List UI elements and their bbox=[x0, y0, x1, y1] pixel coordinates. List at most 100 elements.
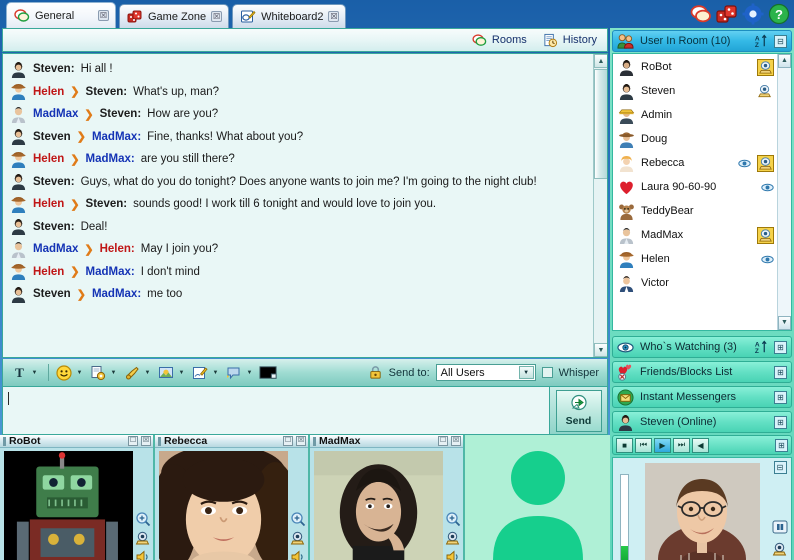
video-panel-titlebar[interactable]: Rebecca ☐ ☒ bbox=[155, 435, 308, 448]
zoom-in-icon[interactable] bbox=[445, 511, 461, 527]
scroll-up-button[interactable]: ▲ bbox=[778, 54, 791, 68]
snapshot-icon[interactable] bbox=[135, 530, 151, 546]
collapse-icon[interactable]: ⊟ bbox=[774, 34, 787, 48]
emoticon-icon[interactable] bbox=[54, 363, 74, 383]
snapshot-icon[interactable] bbox=[772, 541, 788, 557]
toolbar-item-whiteboard[interactable]: ▼ bbox=[190, 363, 220, 383]
toolbar-item-text-format[interactable]: T ▼ bbox=[9, 363, 39, 383]
tab-general[interactable]: General ☒ bbox=[6, 2, 116, 28]
expand-icon[interactable]: ⊞ bbox=[775, 438, 788, 452]
user-list-item[interactable]: Doug bbox=[613, 127, 777, 151]
next-button[interactable]: ⏭ bbox=[673, 437, 690, 453]
drag-handle[interactable] bbox=[313, 436, 316, 446]
section-header-whos-watching[interactable]: Who`s Watching (3) A Z ⊞ bbox=[612, 336, 792, 358]
section-header-friends-blocks[interactable]: Friends/Blocks List ⊞ bbox=[612, 361, 792, 383]
chevron-down-icon[interactable]: ▼ bbox=[75, 370, 84, 376]
tab-game-zone[interactable]: Game Zone ☒ bbox=[119, 4, 230, 28]
drag-handle[interactable] bbox=[158, 436, 161, 446]
tab-close-icon[interactable]: ☒ bbox=[98, 10, 109, 21]
minimize-icon[interactable]: ☐ bbox=[283, 436, 293, 446]
video-panel-titlebar[interactable]: RoBot ☐ ☒ bbox=[0, 435, 153, 448]
help-question-icon[interactable]: ? bbox=[768, 3, 790, 25]
chevron-down-icon[interactable]: ▼ bbox=[30, 370, 39, 376]
rooms-button[interactable]: Rooms bbox=[472, 33, 527, 48]
history-button[interactable]: History bbox=[543, 33, 597, 48]
recipient-select[interactable]: All Users ▼ bbox=[435, 364, 536, 381]
drag-handle[interactable] bbox=[3, 436, 6, 446]
zoom-in-icon[interactable] bbox=[135, 511, 151, 527]
minimize-icon[interactable]: ☐ bbox=[438, 436, 448, 446]
sort-az-icon[interactable]: AZ bbox=[753, 340, 768, 355]
chevron-down-icon[interactable]: ▼ bbox=[177, 370, 186, 376]
expand-icon[interactable]: ⊞ bbox=[774, 365, 787, 379]
text-format-icon[interactable]: T bbox=[9, 363, 29, 383]
minimize-icon[interactable]: ☐ bbox=[128, 436, 138, 446]
chat-bubbles-icon[interactable] bbox=[690, 3, 712, 25]
chevron-down-icon[interactable]: ▼ bbox=[109, 370, 118, 376]
snapshot-icon[interactable] bbox=[290, 530, 306, 546]
volume-icon[interactable] bbox=[445, 549, 461, 560]
tab-close-icon[interactable]: ☒ bbox=[211, 11, 223, 22]
zoom-in-icon[interactable] bbox=[290, 511, 306, 527]
snapshot-icon[interactable] bbox=[445, 530, 461, 546]
chat-scrollbar[interactable]: ▲ ▼ bbox=[593, 54, 607, 357]
tab-whiteboard2[interactable]: Whiteboard2 ☒ bbox=[232, 4, 347, 28]
settings-gear-icon[interactable] bbox=[742, 3, 764, 25]
expand-icon[interactable]: ⊞ bbox=[774, 390, 787, 404]
toolbar-item-quick-message[interactable]: ▼ bbox=[224, 363, 254, 383]
whiteboard-icon[interactable] bbox=[190, 363, 210, 383]
sound-alert-icon[interactable] bbox=[122, 363, 142, 383]
user-list-item[interactable]: Rebecca bbox=[613, 151, 777, 175]
toolbar-item-background-color[interactable] bbox=[258, 363, 278, 383]
chevron-down-icon[interactable]: ▼ bbox=[143, 370, 152, 376]
whisper-checkbox[interactable] bbox=[541, 367, 553, 378]
chevron-down-icon[interactable]: ▼ bbox=[518, 366, 534, 379]
close-icon[interactable]: ☒ bbox=[451, 436, 461, 446]
close-icon[interactable]: ☒ bbox=[141, 436, 151, 446]
previous-button[interactable]: ⏮ bbox=[635, 437, 652, 453]
image-send-icon[interactable] bbox=[156, 363, 176, 383]
user-in-room-header[interactable]: User In Room (10) A Z ⊟ bbox=[612, 30, 792, 52]
minimize-icon[interactable]: ⊟ bbox=[773, 461, 787, 474]
user-list-item[interactable]: Steven bbox=[613, 79, 777, 103]
watching-eye-icon[interactable] bbox=[761, 181, 774, 194]
quick-message-icon[interactable] bbox=[224, 363, 244, 383]
user-list-item[interactable]: RoBot bbox=[613, 55, 777, 79]
expand-icon[interactable]: ⊞ bbox=[774, 340, 787, 354]
volume-icon[interactable] bbox=[290, 549, 306, 560]
close-icon[interactable]: ☒ bbox=[296, 436, 306, 446]
webcam-icon[interactable] bbox=[757, 154, 774, 172]
video-panel-titlebar[interactable]: MadMax ☐ ☒ bbox=[310, 435, 463, 448]
webcam-icon[interactable] bbox=[757, 83, 774, 100]
scroll-down-button[interactable]: ▼ bbox=[778, 316, 791, 330]
scroll-down-button[interactable]: ▼ bbox=[594, 343, 607, 357]
sort-az-icon[interactable]: A Z bbox=[753, 34, 768, 49]
toolbar-item-sound[interactable]: ▼ bbox=[122, 363, 152, 383]
user-list-item[interactable]: MadMax bbox=[613, 223, 777, 247]
toolbar-item-emoticon[interactable]: ▼ bbox=[54, 363, 84, 383]
section-header-instant-messengers[interactable]: Instant Messengers ⊞ bbox=[612, 386, 792, 408]
tab-close-icon[interactable]: ☒ bbox=[328, 11, 340, 22]
user-list-item[interactable]: Admin bbox=[613, 103, 777, 127]
toolbar-item-image[interactable]: ▼ bbox=[156, 363, 186, 383]
toolbar-item-file-transfer[interactable]: ▼ bbox=[88, 363, 118, 383]
webcam-icon[interactable] bbox=[757, 58, 774, 76]
file-transfer-icon[interactable] bbox=[88, 363, 108, 383]
watching-eye-icon[interactable] bbox=[761, 253, 774, 266]
watching-eye-icon[interactable] bbox=[738, 157, 751, 170]
user-list-item[interactable]: Helen bbox=[613, 247, 777, 271]
scroll-up-button[interactable]: ▲ bbox=[594, 54, 607, 68]
send-button[interactable]: Send bbox=[555, 389, 602, 432]
webcam-icon[interactable] bbox=[757, 226, 774, 244]
volume-icon[interactable] bbox=[135, 549, 151, 560]
expand-icon[interactable]: ⊞ bbox=[774, 415, 787, 429]
mute-button[interactable]: ◀ bbox=[692, 437, 709, 453]
chevron-down-icon[interactable]: ▼ bbox=[211, 370, 220, 376]
user-list-item[interactable]: Victor bbox=[613, 271, 777, 295]
chevron-down-icon[interactable]: ▼ bbox=[245, 370, 254, 376]
play-button[interactable]: ▶ bbox=[654, 437, 671, 453]
user-list-scrollbar[interactable]: ▲ ▼ bbox=[777, 54, 791, 330]
scroll-thumb[interactable] bbox=[594, 69, 607, 179]
section-header-steven-online[interactable]: Steven (Online) ⊞ bbox=[612, 411, 792, 433]
user-list-item[interactable]: Laura 90-60-90 bbox=[613, 175, 777, 199]
